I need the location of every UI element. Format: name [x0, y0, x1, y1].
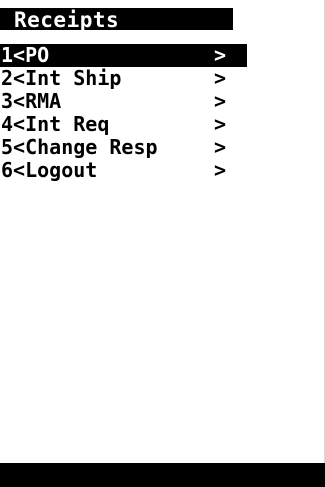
chevron-right-icon: > — [214, 158, 227, 182]
page-title: Receipts — [14, 8, 120, 32]
menu-item-label: 1<PO — [1, 43, 50, 67]
chevron-right-icon: > — [214, 66, 227, 90]
menu-item-logout[interactable]: 6<Logout > — [0, 159, 247, 182]
menu-item-po[interactable]: 1<PO > — [0, 44, 247, 67]
menu-item-change-resp[interactable]: 5<Change Resp > — [0, 136, 247, 159]
menu-item-label: 3<RMA — [1, 89, 62, 113]
chevron-right-icon: > — [214, 89, 227, 113]
handheld-screen: Receipts 1<PO > 2<Int Ship > 3<RMA > 4<I… — [0, 0, 325, 487]
chevron-right-icon: > — [214, 135, 227, 159]
chevron-right-icon: > — [214, 112, 227, 136]
menu-item-label: 4<Int Req — [1, 112, 110, 136]
chevron-right-icon: > — [214, 43, 227, 67]
menu-item-rma[interactable]: 3<RMA > — [0, 90, 247, 113]
menu-item-label: 2<Int Ship — [1, 66, 122, 90]
menu-item-label: 5<Change Resp — [1, 135, 158, 159]
menu-item-int-ship[interactable]: 2<Int Ship > — [0, 67, 247, 90]
status-bar — [0, 463, 325, 487]
title-bar: Receipts — [0, 8, 233, 32]
menu-list: 1<PO > 2<Int Ship > 3<RMA > 4<Int Req > … — [0, 44, 325, 182]
menu-item-int-req[interactable]: 4<Int Req > — [0, 113, 247, 136]
menu-item-label: 6<Logout — [1, 158, 98, 182]
